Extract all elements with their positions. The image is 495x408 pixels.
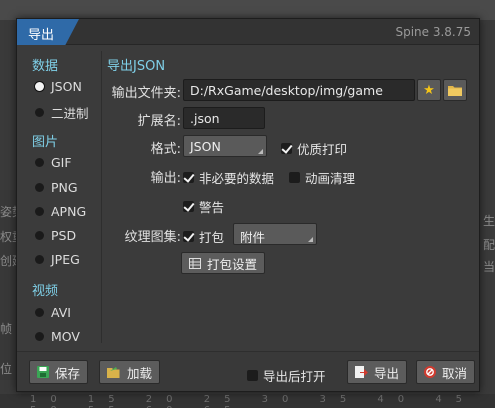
button-label: 打包设置: [207, 256, 258, 272]
radio-indicator: [35, 183, 44, 192]
checkbox-label: 动画清理: [305, 171, 356, 186]
export-icon: [355, 366, 368, 378]
output-label: 输出:: [150, 171, 181, 186]
radio-label: PNG: [51, 180, 78, 195]
radio-indicator: [35, 82, 44, 91]
export-settings-panel: 导出JSON 输出文件夹: D:/RxGame/desktop/img/game…: [103, 47, 475, 347]
extension-label: 扩展名:: [137, 114, 181, 129]
radio-gif[interactable]: GIF: [35, 155, 72, 170]
radio-indicator: [35, 308, 44, 317]
radio-label: GIF: [51, 155, 72, 170]
radio-label: PSD: [51, 228, 77, 243]
radio-binary[interactable]: 二进制: [35, 103, 89, 122]
radio-indicator: [35, 207, 44, 216]
output-folder-label: 输出文件夹:: [111, 86, 181, 101]
button-label: 保存: [55, 365, 81, 381]
panel-heading: 导出JSON: [107, 59, 166, 74]
editor-toolbar: [0, 0, 495, 20]
format-select[interactable]: JSON: [183, 135, 267, 157]
folder-icon: [448, 85, 462, 96]
button-label: 导出: [374, 365, 400, 381]
checkbox-indicator: [289, 172, 300, 183]
radio-label: APNG: [51, 204, 87, 219]
pack-checkbox[interactable]: 打包: [183, 227, 224, 246]
pack-mode-value: 附件: [240, 230, 266, 245]
radio-jpeg[interactable]: JPEG: [35, 252, 80, 267]
nonessential-checkbox[interactable]: 非必要的数据: [183, 168, 274, 187]
button-label: 取消: [442, 365, 468, 381]
radio-label: 二进制: [51, 106, 89, 121]
checkbox-label: 导出后打开: [263, 369, 326, 384]
section-image: 图片: [32, 135, 59, 150]
radio-json[interactable]: JSON: [35, 79, 82, 94]
radio-label: MOV: [51, 329, 80, 344]
checkbox-label: 非必要的数据: [199, 171, 275, 186]
dropdown-corner-icon: [308, 237, 313, 242]
save-icon: [37, 366, 49, 378]
dialog-titlebar[interactable]: 导出 Spine 3.8.75: [17, 19, 479, 45]
checkbox-indicator: [247, 370, 258, 381]
version-label: Spine 3.8.75: [395, 25, 471, 39]
radio-label: JSON: [51, 79, 82, 94]
format-label: 格式:: [150, 142, 181, 157]
open-folder-icon: [107, 367, 120, 378]
save-button[interactable]: 保存: [29, 360, 89, 384]
star-icon: ★: [423, 82, 435, 98]
section-data: 数据: [32, 59, 59, 74]
output-folder-input[interactable]: D:/RxGame/desktop/img/game: [183, 79, 415, 101]
open-after-export-checkbox[interactable]: 导出后打开: [247, 366, 326, 385]
button-label: 加载: [127, 365, 153, 381]
checkbox-label: 警告: [199, 200, 225, 215]
radio-label: JPEG: [51, 252, 80, 267]
bg-fragment: 位: [0, 362, 13, 376]
bg-fragment: 帧: [0, 322, 13, 336]
radio-indicator: [35, 158, 44, 167]
checkbox-indicator: [183, 231, 194, 242]
sidebar-divider: [101, 51, 102, 343]
favorite-button[interactable]: ★: [417, 79, 441, 101]
radio-avi[interactable]: AVI: [35, 305, 71, 320]
load-button[interactable]: 加载: [99, 360, 161, 384]
radio-label: AVI: [51, 305, 71, 320]
bg-fragment: 当: [483, 260, 495, 274]
bg-fragment: 生: [483, 214, 495, 228]
checkbox-indicator: [183, 201, 194, 212]
radio-indicator: [35, 255, 44, 264]
settings-grid-icon: [189, 257, 201, 269]
radio-mov[interactable]: MOV: [35, 329, 80, 344]
export-button[interactable]: 导出: [347, 360, 408, 384]
texture-atlas-label: 纹理图集:: [124, 230, 181, 245]
radio-indicator: [35, 332, 44, 341]
pack-mode-select[interactable]: 附件: [233, 223, 317, 245]
dropdown-corner-icon: [258, 149, 263, 154]
checkbox-label: 打包: [199, 230, 225, 245]
checkbox-indicator: [183, 172, 194, 183]
dialog-title: 导出: [17, 19, 79, 45]
extension-input[interactable]: .json: [183, 107, 265, 129]
pretty-print-checkbox[interactable]: 优质打印: [281, 139, 347, 158]
pack-settings-button[interactable]: 打包设置: [181, 252, 266, 274]
animation-cleanup-checkbox[interactable]: 动画清理: [289, 168, 355, 187]
section-video: 视频: [32, 284, 59, 299]
timeline-ruler: 10 15 20 25 30 35 40 45 50 55 60 65: [0, 394, 495, 408]
radio-indicator: [35, 231, 44, 240]
radio-png[interactable]: PNG: [35, 180, 78, 195]
radio-apng[interactable]: APNG: [35, 204, 86, 219]
warnings-checkbox[interactable]: 警告: [183, 197, 224, 216]
format-select-value: JSON: [190, 139, 221, 154]
radio-psd[interactable]: PSD: [35, 228, 76, 243]
dialog-footer: 保存 加载 导出后打开 导出 取消: [17, 351, 479, 391]
bg-fragment: 配: [483, 238, 495, 252]
cancel-icon: [424, 366, 436, 378]
checkbox-indicator: [281, 143, 292, 154]
browse-folder-button[interactable]: [443, 79, 467, 101]
checkbox-label: 优质打印: [297, 142, 348, 157]
cancel-button[interactable]: 取消: [416, 360, 476, 384]
export-dialog: 导出 Spine 3.8.75 数据 JSON 二进制 图片 GIF PNG A…: [16, 18, 480, 392]
export-type-sidebar: 数据 JSON 二进制 图片 GIF PNG APNG PSD JPEG 视频 …: [21, 47, 101, 347]
radio-indicator: [35, 108, 44, 117]
